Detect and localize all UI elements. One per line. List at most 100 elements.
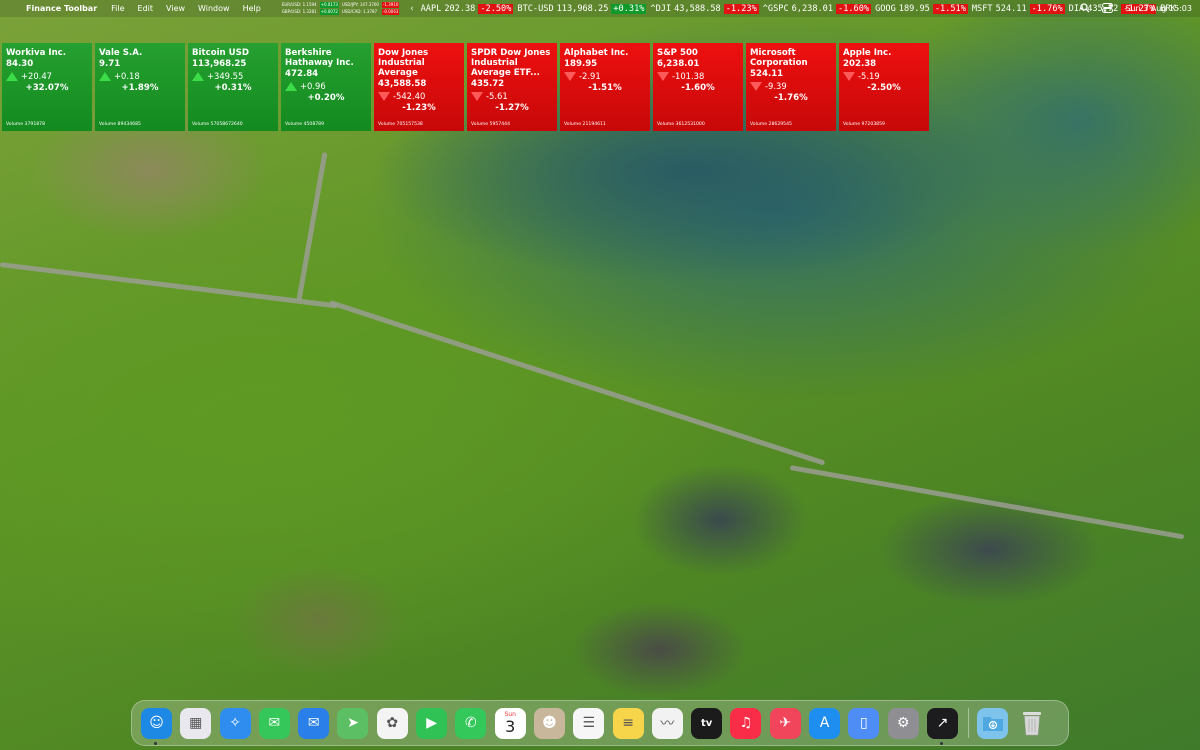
messages-icon-glyph: ✉ (268, 715, 281, 731)
mini-quote-change: -1.3910 (381, 2, 400, 8)
ticker-item[interactable]: GOOG (875, 4, 896, 14)
phone-icon[interactable]: ✆ (455, 707, 487, 739)
ticker-change: -1.23% (723, 3, 759, 14)
mail-icon[interactable]: ✉ (298, 707, 330, 739)
dock-apps: ☺ ▦ ✧ ✉ ✉ ➤ ✿ ▶ ✆ Sun 3 ☻ ☰ ≡ 〰 tv ♫ ✈ A ▯ ⚙ ↗ (141, 707, 966, 745)
system-settings-icon[interactable]: ⚙ (887, 707, 919, 739)
tv-icon[interactable]: tv (691, 707, 723, 739)
contacts-icon[interactable]: ☻ (533, 707, 565, 739)
mail-icon-glyph: ✉ (307, 715, 320, 731)
menu-help[interactable]: Help (243, 4, 261, 13)
stock-card[interactable]: Dow Jones Industrial Average 43,588.58 -54… (374, 43, 464, 131)
card-name: Dow Jones Industrial Average (378, 48, 429, 78)
notes-icon-glyph: ≡ (622, 715, 634, 731)
card-percent: +32.07% (25, 83, 69, 93)
ticker-price: 189.95 (898, 3, 930, 14)
ticker-item[interactable]: BTC-USD (517, 4, 553, 14)
control-center-icon[interactable] (1102, 2, 1114, 15)
simulator-icon-glyph: ▯ (859, 715, 868, 731)
photos-icon[interactable]: ✿ (376, 707, 408, 739)
rocket-icon[interactable]: ✈ (769, 707, 801, 739)
finder-icon[interactable]: ☺ (141, 707, 172, 745)
card-volume: Volume 4508789 (285, 122, 325, 127)
down-arrow-icon (843, 71, 855, 81)
stock-card[interactable]: Alphabet Inc. 189.95 -2.91 -1.51% Volume 211… (560, 43, 650, 131)
card-percent: -1.60% (681, 83, 715, 93)
stock-card[interactable]: SPDR Dow Jones Industrial Average ETF...… (467, 43, 557, 131)
freeform-icon[interactable]: 〰 (651, 707, 683, 739)
stocks-icon[interactable]: ↗ (926, 707, 958, 745)
card-price: 9.71 (99, 59, 121, 69)
card-volume: Volume 97203859 (843, 122, 885, 127)
card-volume: Volume 705157538 (378, 122, 423, 127)
phone-icon-glyph: ✆ (465, 715, 477, 731)
status-area: Sun 3 Aug 15:03 (1080, 0, 1192, 17)
stock-cards: Workiva Inc. 84.30 +20.47 +32.07% Volume 379… (2, 43, 929, 131)
running-indicator (939, 741, 943, 745)
menu-view[interactable]: View (166, 4, 185, 13)
app-store-icon[interactable]: A (809, 707, 841, 739)
ticker-item[interactable]: ^DJI (650, 4, 671, 14)
reminders-icon[interactable]: ☰ (573, 707, 605, 739)
ticker-left-arrow-icon[interactable]: ‹ (409, 4, 414, 14)
ticker-change: -2.50% (478, 3, 514, 14)
downloads-folder-icon[interactable] (977, 707, 1009, 739)
up-arrow-icon (6, 71, 18, 81)
ticker-price: 43,588.58 (674, 3, 721, 14)
stocks-icon-glyph: ↗ (936, 715, 949, 731)
menu-file[interactable]: File (111, 4, 124, 13)
facetime-icon[interactable]: ▶ (416, 707, 448, 739)
music-icon[interactable]: ♫ (730, 707, 762, 739)
card-percent: -1.51% (588, 83, 622, 93)
maps-icon[interactable]: ➤ (337, 707, 369, 739)
simulator-icon[interactable]: ▯ (848, 707, 880, 739)
card-name: SPDR Dow Jones Industrial Average ETF... (471, 48, 551, 78)
menu-edit[interactable]: Edit (138, 4, 154, 13)
calendar-icon[interactable]: Sun 3 (494, 707, 526, 739)
ticker-item[interactable]: ^GSPC (763, 4, 789, 14)
notes-icon[interactable]: ≡ (612, 707, 644, 739)
card-volume: Volume 3791878 (6, 122, 46, 127)
landscape-path (329, 300, 826, 466)
finder-icon-glyph: ☺ (149, 715, 164, 731)
menu-window[interactable]: Window (198, 4, 230, 13)
safari-icon[interactable]: ✧ (219, 707, 251, 739)
card-name: Bitcoin USD (192, 48, 249, 58)
stock-card[interactable]: S&P 500 6,238.01 -101.38 -1.60% Volume 36125… (653, 43, 743, 131)
trash-icon[interactable] (1017, 708, 1048, 739)
ticker-item[interactable]: AAPL (421, 4, 442, 14)
clock[interactable]: Sun 3 Aug 15:03 (1125, 4, 1192, 13)
ticker-item[interactable]: MSFT (972, 4, 993, 14)
music-icon-glyph: ♫ (739, 715, 753, 731)
card-volume: Volume 21194611 (564, 122, 606, 127)
card-change: +0.18 (114, 71, 140, 81)
safari-icon-glyph: ✧ (229, 715, 241, 731)
stock-card[interactable]: Apple Inc. 202.38 -5.19 -2.50% Volume 972038… (839, 43, 929, 131)
dock: ☺ ▦ ✧ ✉ ✉ ➤ ✿ ▶ ✆ Sun 3 ☻ ☰ ≡ 〰 tv ♫ ✈ A ▯ ⚙ ↗ (131, 700, 1069, 746)
app-menu[interactable]: Finance Toolbar (26, 4, 97, 13)
card-change: +349.55 (207, 71, 244, 81)
ticker-price: 6,238.01 (791, 3, 834, 14)
card-change: -542.40 (393, 91, 426, 101)
stock-card[interactable]: Berkshire Hathaway Inc. 472.84 +0.96 +0.20%… (281, 43, 371, 131)
stock-card[interactable]: Workiva Inc. 84.30 +20.47 +32.07% Volume 379… (2, 43, 92, 131)
card-price: 202.38 (843, 59, 877, 69)
search-icon[interactable] (1080, 2, 1090, 15)
ticker-price: 524.11 (995, 3, 1027, 14)
launchpad-icon[interactable]: ▦ (180, 707, 212, 739)
stock-ticker[interactable]: ‹ AAPL 202.38 -2.50% BTC-USD 113,968.25 +0.31… (409, 3, 1179, 14)
down-arrow-icon (564, 71, 576, 81)
card-price: 113,968.25 (192, 59, 247, 69)
currency-mini-quotes[interactable]: EUR/USD: 1.1594 +0.0173 USD/JPY: 147.370… (282, 2, 400, 15)
card-change: -2.91 (579, 71, 601, 81)
down-arrow-icon (378, 91, 390, 101)
card-change: -5.61 (486, 91, 508, 101)
messages-icon[interactable]: ✉ (258, 707, 290, 739)
ticker-change: -1.60% (836, 3, 872, 14)
card-change: -101.38 (672, 71, 705, 81)
stock-card[interactable]: Microsoft Corporation 524.11 -9.39 -1.76% Vo… (746, 43, 836, 131)
stock-card[interactable]: Bitcoin USD 113,968.25 +349.55 +0.31% Volume… (188, 43, 278, 131)
card-price: 524.11 (750, 69, 784, 79)
freeform-icon-glyph: 〰 (660, 716, 675, 732)
stock-card[interactable]: Vale S.A. 9.71 +0.18 +1.89% Volume 89434685 (95, 43, 185, 131)
